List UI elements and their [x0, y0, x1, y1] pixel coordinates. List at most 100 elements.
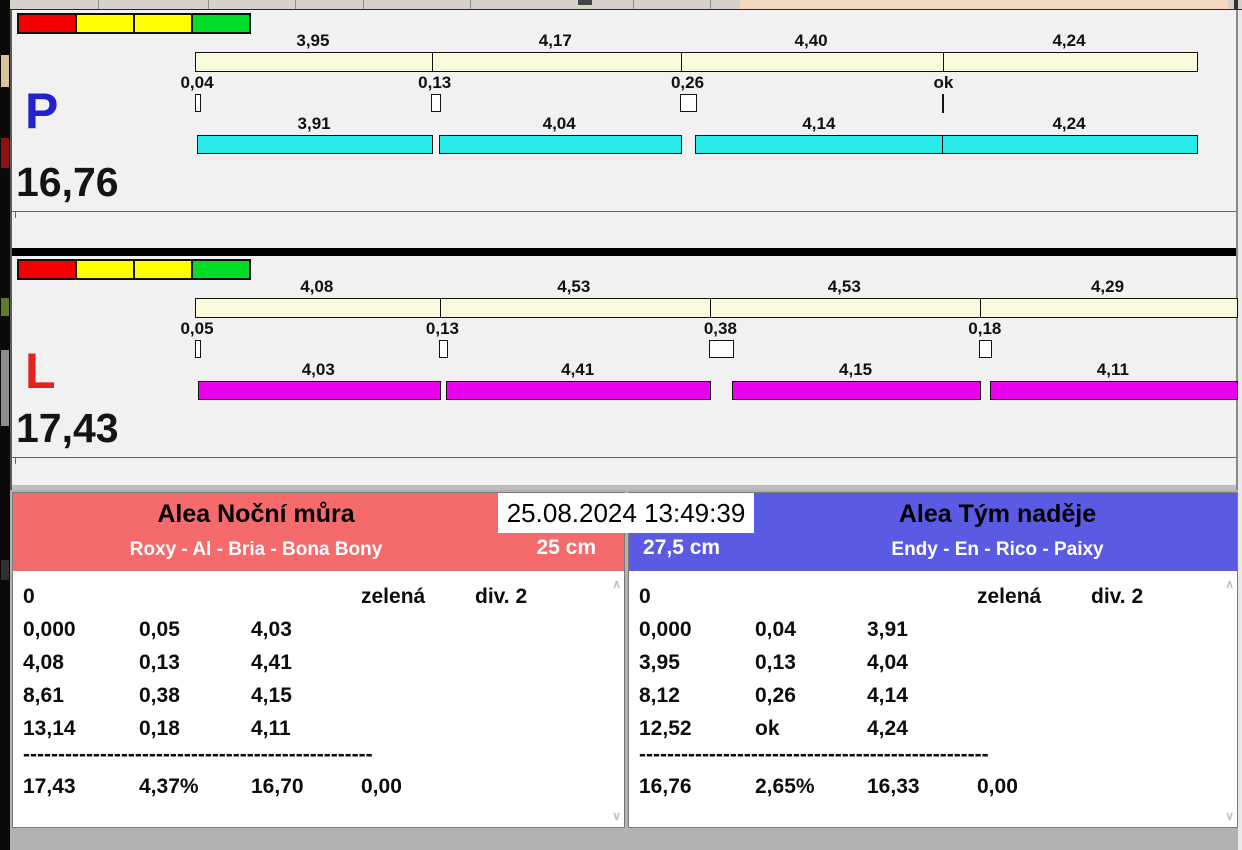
team-results-text-left[interactable]: ∧ ∨ 0zelenádiv. 20,0000,054,034,080,134,…	[13, 571, 624, 827]
split-cell: 4,24	[867, 717, 908, 740]
jump-height: 25 cm	[536, 536, 596, 560]
total-cell: 2,65%	[755, 775, 815, 798]
split-divider	[980, 299, 981, 317]
changeover-loss-box	[195, 94, 201, 112]
split-cell: 0,000	[23, 618, 76, 641]
chrome-tick	[363, 0, 364, 9]
split-cell: 0,13	[139, 651, 180, 674]
changeover-loss-label: 0,05	[152, 319, 242, 339]
changeover-loss-label: 0,26	[643, 73, 733, 93]
penalty-flag: 0	[639, 585, 651, 608]
chrome-tick	[470, 0, 471, 9]
scroll-up-icon[interactable]: ∧	[1225, 578, 1234, 590]
split-cell: 0,05	[139, 618, 180, 641]
team-results-text-right[interactable]: ∧ ∨ 0zelenádiv. 20,0000,043,913,950,134,…	[629, 571, 1237, 827]
split-cell: 3,95	[639, 651, 680, 674]
ok-marker	[942, 94, 944, 113]
timing-display-window: P 16,76 3,95 0,04 3,91 4,17 0,13 4,04 4,40 0,26…	[0, 0, 1242, 850]
divider-tick	[15, 212, 16, 218]
split-time-label: 4,53	[799, 277, 889, 297]
split-time-bar	[195, 298, 1238, 318]
chrome-tick	[295, 0, 296, 9]
scroll-down-icon[interactable]: ∨	[1225, 810, 1234, 822]
split-cell: 0,13	[755, 651, 796, 674]
total-cell: 16,33	[867, 775, 920, 798]
team-name: Alea Tým naděje	[756, 500, 1239, 529]
team-panel-left: Alea Noční můra Roxy - Al - Bria - Bona …	[12, 492, 625, 828]
divider-dashes: ----------------------------------------…	[639, 743, 989, 766]
split-cell: ok	[755, 717, 780, 740]
split-cell: 0,38	[139, 684, 180, 707]
dog-run-bar	[439, 135, 682, 154]
changeover-loss-label: 0,13	[397, 319, 487, 339]
divider-dashes: ----------------------------------------…	[23, 743, 373, 766]
split-divider	[432, 53, 433, 71]
split-cell: 8,12	[639, 684, 680, 707]
status-light	[133, 259, 193, 280]
changeover-loss-box	[195, 340, 201, 358]
changeover-loss-box	[431, 94, 441, 112]
status-lights	[17, 13, 251, 34]
split-time-label: 4,40	[766, 31, 856, 51]
split-time-label: 4,24	[1024, 31, 1114, 51]
changeover-loss-label: 0,38	[675, 319, 765, 339]
split-cell: 4,11	[251, 717, 291, 740]
total-cell: 0,00	[977, 775, 1018, 798]
division-label: div. 2	[475, 585, 527, 608]
team-dogs: Roxy - Al - Bria - Bona Bony	[13, 539, 499, 561]
dog-run-bar	[990, 381, 1237, 400]
split-time-label: 4,17	[510, 31, 600, 51]
lane-letter: P	[25, 86, 58, 136]
team-panel-right: Alea Tým naděje Endy - En - Rico - Paixy…	[628, 492, 1238, 828]
status-light	[75, 259, 135, 280]
dog-run-label: 4,11	[1068, 360, 1158, 380]
split-divider	[710, 299, 711, 317]
team-dogs: Endy - En - Rico - Paixy	[756, 539, 1239, 561]
changeover-loss-label: ok	[898, 73, 988, 93]
scoreboard: Alea Noční můra Roxy - Al - Bria - Bona …	[10, 490, 1238, 850]
dog-run-bar	[198, 381, 441, 400]
card-status: zelená	[977, 585, 1041, 608]
changeover-loss-box	[979, 340, 992, 358]
split-cell: 8,61	[23, 684, 64, 707]
total-cell: 0,00	[361, 775, 402, 798]
lane-total-time: 16,76	[16, 162, 119, 203]
dog-run-bar	[446, 381, 711, 400]
scroll-up-icon[interactable]: ∧	[612, 578, 621, 590]
dog-run-label: 4,15	[811, 360, 901, 380]
window-fragment	[1, 55, 9, 87]
changeover-loss-label: 0,13	[390, 73, 480, 93]
split-cell: 12,52	[639, 717, 692, 740]
window-fragment	[1, 350, 9, 426]
window-fragment	[1, 560, 9, 580]
split-cell: 4,41	[251, 651, 292, 674]
status-light	[191, 259, 251, 280]
dog-run-bar	[942, 135, 1197, 154]
status-light	[17, 13, 77, 34]
chrome-tick	[633, 0, 634, 9]
team-name: Alea Noční můra	[13, 500, 499, 529]
divider-line	[12, 211, 1236, 212]
split-time-bar	[195, 52, 1198, 72]
lane-separator-bar	[12, 248, 1236, 256]
split-cell: 4,04	[867, 651, 908, 674]
window-chrome-strip	[10, 0, 1242, 10]
scroll-down-icon[interactable]: ∨	[612, 810, 621, 822]
window-fragment	[1, 298, 9, 316]
status-light	[75, 13, 135, 34]
lane-l-section: L 17,43 4,080,054,034,530,134,414,530,38…	[12, 256, 1236, 485]
changeover-loss-label: 0,04	[152, 73, 242, 93]
dog-run-bar	[197, 135, 432, 154]
frame-border	[1236, 10, 1238, 492]
chrome-notch	[578, 0, 592, 5]
split-cell: 0,04	[755, 618, 796, 641]
dog-run-label: 4,03	[273, 360, 363, 380]
window-chrome-fragment	[740, 0, 1228, 9]
total-cell: 4,37%	[139, 775, 199, 798]
chrome-tick	[208, 0, 209, 9]
split-time-label: 4,08	[272, 277, 362, 297]
split-cell: 0,000	[639, 618, 692, 641]
card-status: zelená	[361, 585, 425, 608]
split-cell: 3,91	[867, 618, 908, 641]
changeover-loss-label: 0,18	[940, 319, 1030, 339]
